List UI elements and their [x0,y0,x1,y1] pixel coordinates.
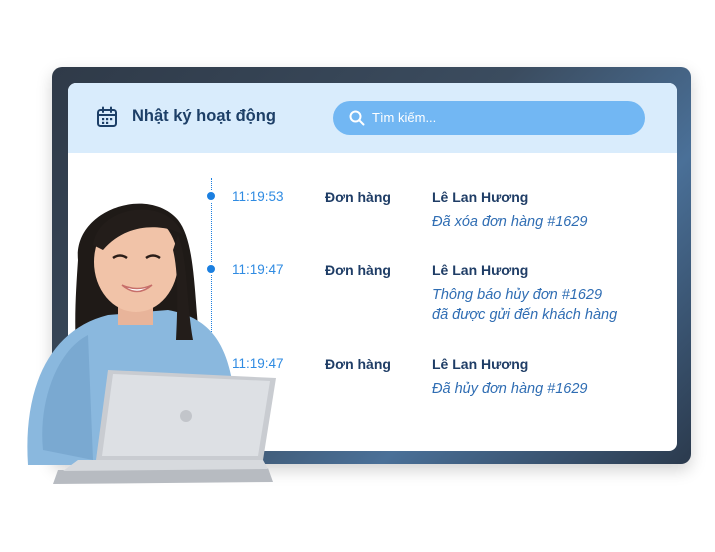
entry-user: Lê Lan Hương [432,262,529,278]
person-with-laptop-illustration [27,203,276,484]
entry-description: Thông báo hủy đơn #1629 [432,287,603,303]
entry-user: Lê Lan Hương [432,189,529,205]
entry-description: Đã hủy đơn hàng #1629 [432,381,588,397]
search-input[interactable]: Tìm kiếm... [333,101,645,135]
entry-category: Đơn hàng [325,262,391,278]
entry-user: Lê Lan Hương [432,356,529,372]
entry-description: Đã xóa đơn hàng #1629 [432,214,588,230]
entry-description-line2: đã được gửi đến khách hàng [432,307,618,323]
page-title: Nhật ký hoạt động [132,107,276,125]
entry-category: Đơn hàng [325,356,391,372]
calendar-icon [97,106,117,127]
panel-header: Nhật ký hoạt động Tìm kiếm... [68,83,677,153]
entry-category: Đơn hàng [325,189,391,205]
search-placeholder: Tìm kiếm... [372,110,437,125]
search-icon [349,110,365,126]
